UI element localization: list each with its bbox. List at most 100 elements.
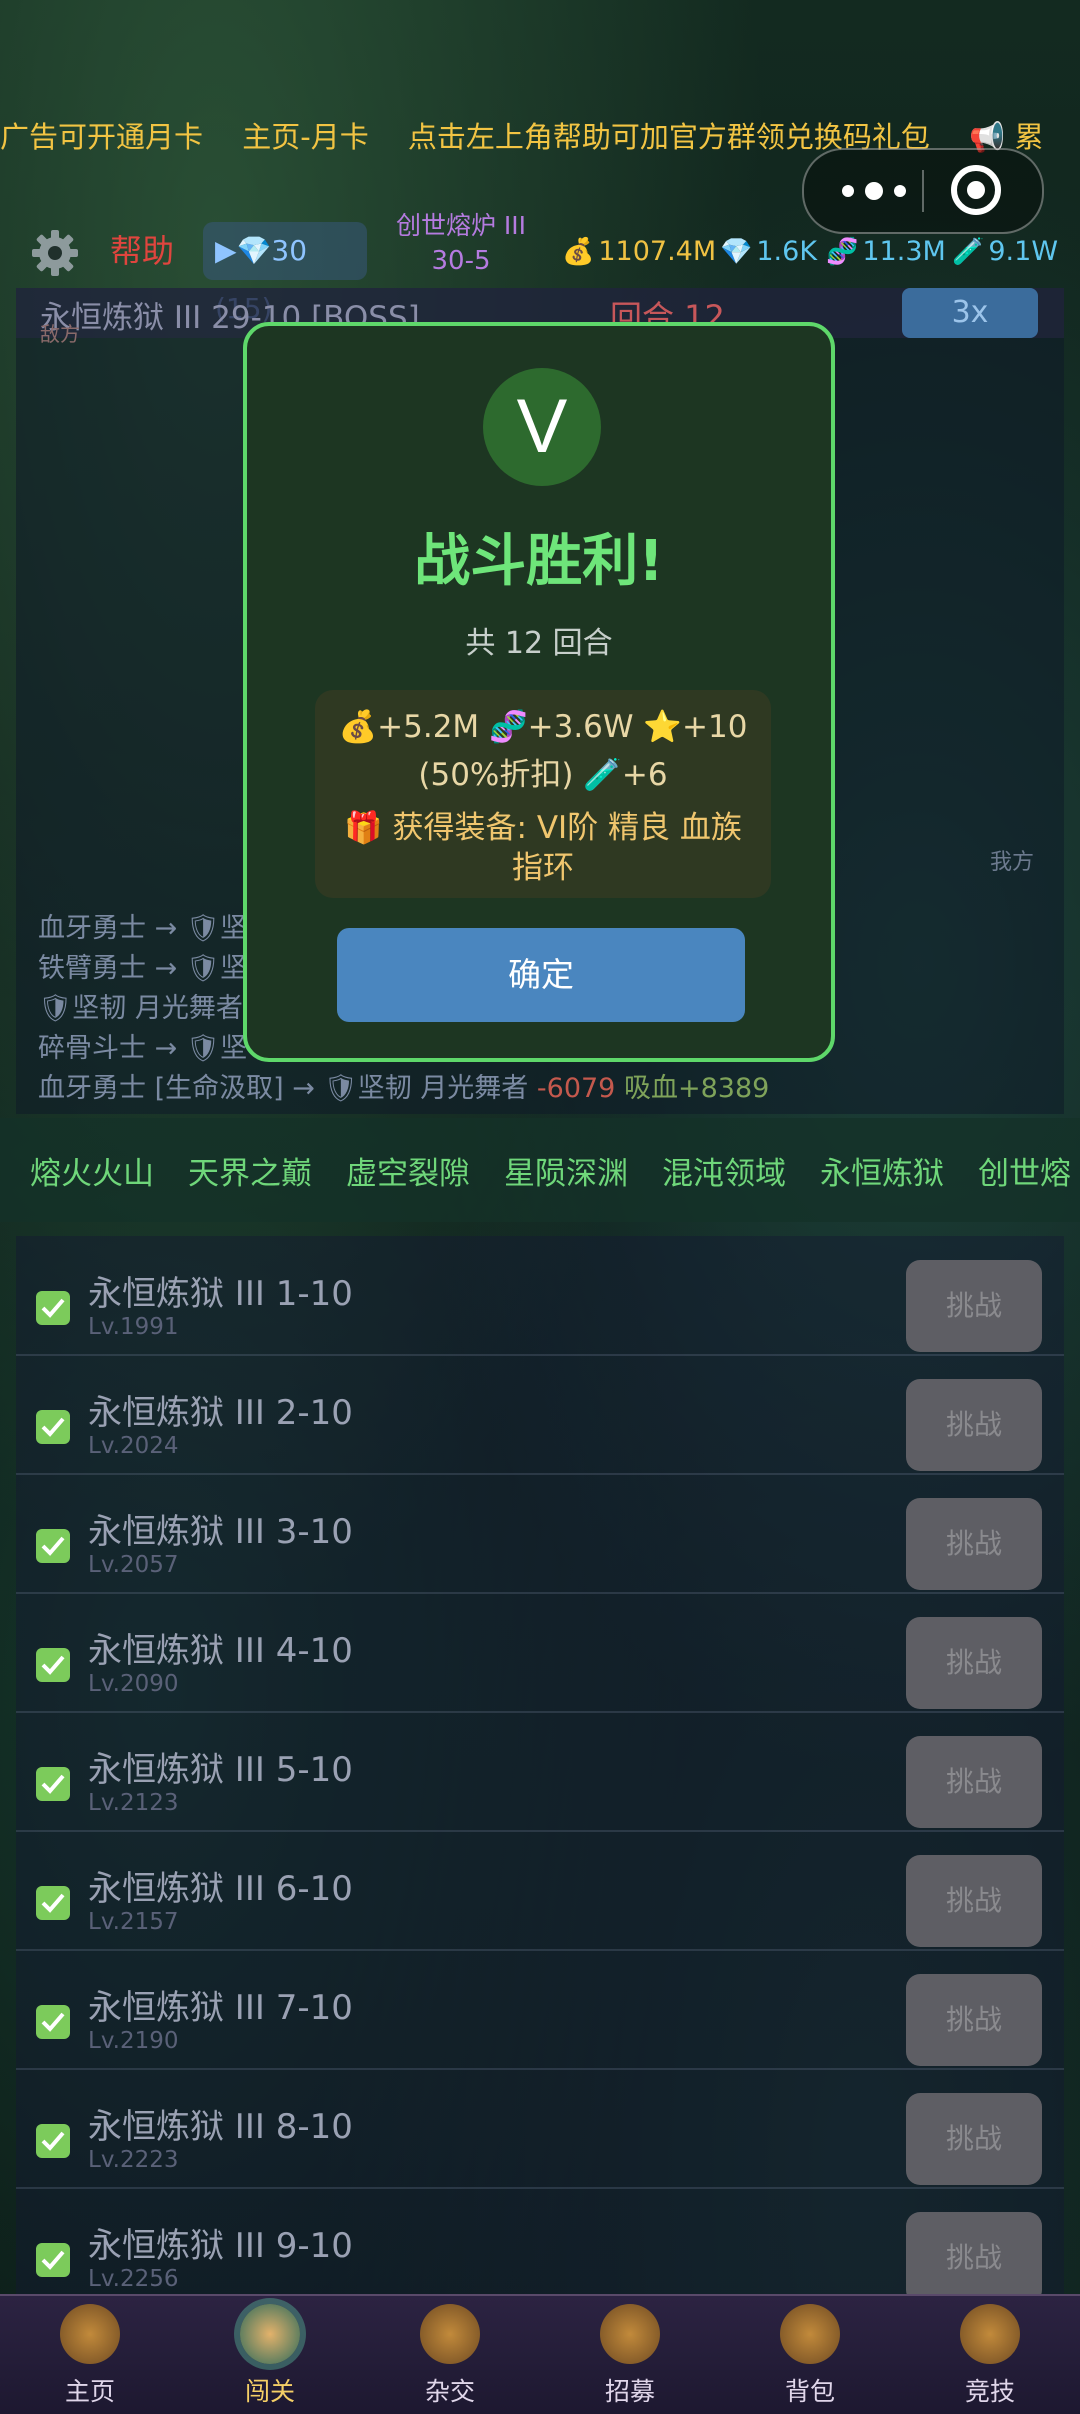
reward-box: 💰+5.2M 🧬+3.6W ⭐+10 (50%折扣) 🧪+6 🎁 获得装备: V…	[315, 690, 771, 898]
victory-title: 战斗胜利!	[414, 529, 664, 594]
level-requirement: Lv.2123	[88, 1790, 179, 1816]
completed-check-icon	[36, 2124, 70, 2158]
completed-check-icon	[36, 1767, 70, 1801]
challenge-button[interactable]: 挑战	[906, 1736, 1042, 1828]
diamond-value: 1.6K	[756, 236, 818, 267]
level-requirement: Lv.2256	[88, 2266, 179, 2292]
gold-counter: 💰 1107.4M	[562, 236, 716, 267]
stage-number: 30-5	[431, 246, 491, 276]
nav-battle[interactable]: 闯关	[200, 2296, 340, 2414]
speed-button[interactable]: 3x	[902, 288, 1038, 338]
tab-region[interactable]: 混沌领域	[662, 1148, 786, 1193]
tab-region[interactable]: 熔火火山	[30, 1148, 154, 1193]
tab-region[interactable]: 虚空裂隙	[346, 1148, 470, 1193]
reward-discount: (50%折扣) 🧪+6	[418, 757, 668, 793]
challenge-button[interactable]: 挑战	[906, 1498, 1042, 1590]
level-name: 永恒炼狱 III 1-10	[88, 1274, 353, 1314]
dna-icon: 🧬	[826, 236, 859, 267]
round-count: 共 12 回合	[465, 626, 613, 661]
bottom-navigation: 主页 闯关 杂交 招募 背包 竞技	[0, 2294, 1080, 2414]
level-row: 永恒炼狱 III 9-10 Lv.2256 挑战	[16, 2188, 1064, 2296]
region-tabs: 熔火火山 天界之巅 虚空裂隙 星陨深渊 混沌领域 永恒炼狱 创世熔	[0, 1118, 1080, 1222]
completed-check-icon	[36, 2243, 70, 2277]
nav-recruit[interactable]: 招募	[560, 2296, 700, 2414]
lifesteal-value: 吸血+8389	[623, 1073, 770, 1104]
home-icon	[60, 2304, 120, 2364]
nav-bag[interactable]: 背包	[740, 2296, 880, 2414]
damage-value: -6079	[536, 1073, 616, 1104]
challenge-button[interactable]: 挑战	[906, 1974, 1042, 2066]
level-row: 永恒炼狱 III 6-10 Lv.2157 挑战	[16, 1831, 1064, 1951]
gear-icon[interactable]	[30, 228, 80, 278]
battle-log-line: 碎骨斗士 → 🛡坚	[38, 1033, 248, 1064]
victory-dialog: V 战斗胜利! 共 12 回合 💰+5.2M 🧬+3.6W ⭐+10 (50%折…	[243, 322, 835, 1062]
level-row: 永恒炼狱 III 5-10 Lv.2123 挑战	[16, 1712, 1064, 1832]
level-row: 永恒炼狱 III 3-10 Lv.2057 挑战	[16, 1474, 1064, 1594]
battle-log-line: 血牙勇士 [生命汲取] → 🛡坚韧 月光舞者 -6079 吸血+8389	[38, 1073, 770, 1104]
level-row: 永恒炼狱 III 7-10 Lv.2190 挑战	[16, 1950, 1064, 2070]
nav-label: 背包	[784, 2377, 835, 2406]
money-bag-icon: 💰	[562, 236, 595, 267]
victory-icon: V	[483, 368, 601, 486]
nav-arena[interactable]: 竞技	[920, 2296, 1060, 2414]
miniprogram-capsule	[802, 148, 1044, 234]
level-name: 永恒炼狱 III 8-10	[88, 2107, 353, 2147]
completed-check-icon	[36, 1648, 70, 1682]
battle-log-line: 🛡坚韧 月光舞者	[38, 993, 243, 1024]
tab-region-active[interactable]: 永恒炼狱	[820, 1148, 944, 1193]
battle-log-line: 血牙勇士 → 🛡坚	[38, 913, 248, 944]
potion-icon: 🧪	[952, 236, 985, 267]
nav-home[interactable]: 主页	[20, 2296, 160, 2414]
challenge-button[interactable]: 挑战	[906, 2093, 1042, 2185]
tab-region[interactable]: 创世熔	[978, 1148, 1071, 1193]
breed-icon	[420, 2304, 480, 2364]
level-name: 永恒炼狱 III 3-10	[88, 1512, 353, 1552]
challenge-button[interactable]: 挑战	[906, 1855, 1042, 1947]
nav-label: 杂交	[424, 2377, 475, 2406]
more-icon[interactable]	[834, 176, 914, 206]
confirm-button[interactable]: 确定	[337, 928, 745, 1022]
level-row: 永恒炼狱 III 8-10 Lv.2223 挑战	[16, 2069, 1064, 2189]
level-requirement: Lv.2090	[88, 1671, 179, 1697]
nav-label: 主页	[64, 2377, 115, 2406]
challenge-button[interactable]: 挑战	[906, 1260, 1042, 1352]
close-miniprogram-icon[interactable]	[950, 164, 1002, 216]
challenge-button[interactable]: 挑战	[906, 2212, 1042, 2296]
current-stage: 创世熔炉 III 30-5	[386, 206, 536, 276]
battle-icon	[240, 2304, 300, 2364]
tab-region[interactable]: 星陨深渊	[504, 1148, 628, 1193]
level-requirement: Lv.2024	[88, 1433, 179, 1459]
dna-counter: 🧬 11.3M	[826, 236, 946, 267]
nav-label: 闯关	[244, 2377, 295, 2406]
completed-check-icon	[36, 1410, 70, 1444]
level-row: 永恒炼狱 III 1-10 Lv.1991 挑战	[16, 1236, 1064, 1356]
level-requirement: Lv.2157	[88, 1909, 179, 1935]
stage-name: 创世熔炉 III	[395, 211, 527, 240]
reward-resources: 💰+5.2M 🧬+3.6W ⭐+10	[338, 709, 748, 745]
dna-value: 11.3M	[862, 236, 946, 267]
completed-check-icon	[36, 1886, 70, 1920]
potion-value: 9.1W	[988, 236, 1059, 267]
reward-equipment: 🎁 获得装备: VI阶 精良 血族指环	[344, 810, 742, 886]
level-list: 永恒炼狱 III 1-10 Lv.1991 挑战 永恒炼狱 III 2-10 L…	[16, 1236, 1064, 2296]
battle-log-line: 铁臂勇士 → 🛡坚	[38, 953, 248, 984]
challenge-button[interactable]: 挑战	[906, 1379, 1042, 1471]
completed-check-icon	[36, 2005, 70, 2039]
completed-check-icon	[36, 1529, 70, 1563]
capsule-divider	[922, 170, 924, 212]
level-name: 永恒炼狱 III 2-10	[88, 1393, 353, 1433]
gold-value: 1107.4M	[598, 236, 717, 267]
challenge-button[interactable]: 挑战	[906, 1617, 1042, 1709]
help-button[interactable]: 帮助	[110, 226, 174, 272]
marquee-item: 主页-月卡	[242, 120, 369, 154]
tab-region[interactable]: 天界之巅	[188, 1148, 312, 1193]
watch-ad-diamond-button[interactable]: ▶💎30 (15)	[203, 222, 367, 325]
potion-counter: 🧪 9.1W	[952, 236, 1058, 267]
level-row: 永恒炼狱 III 4-10 Lv.2090 挑战	[16, 1593, 1064, 1713]
completed-check-icon	[36, 1291, 70, 1325]
level-requirement: Lv.2223	[88, 2147, 179, 2173]
nav-breed[interactable]: 杂交	[380, 2296, 520, 2414]
level-name: 永恒炼狱 III 5-10	[88, 1750, 353, 1790]
nav-label: 竞技	[964, 2377, 1015, 2406]
level-name: 永恒炼狱 III 7-10	[88, 1988, 353, 2028]
